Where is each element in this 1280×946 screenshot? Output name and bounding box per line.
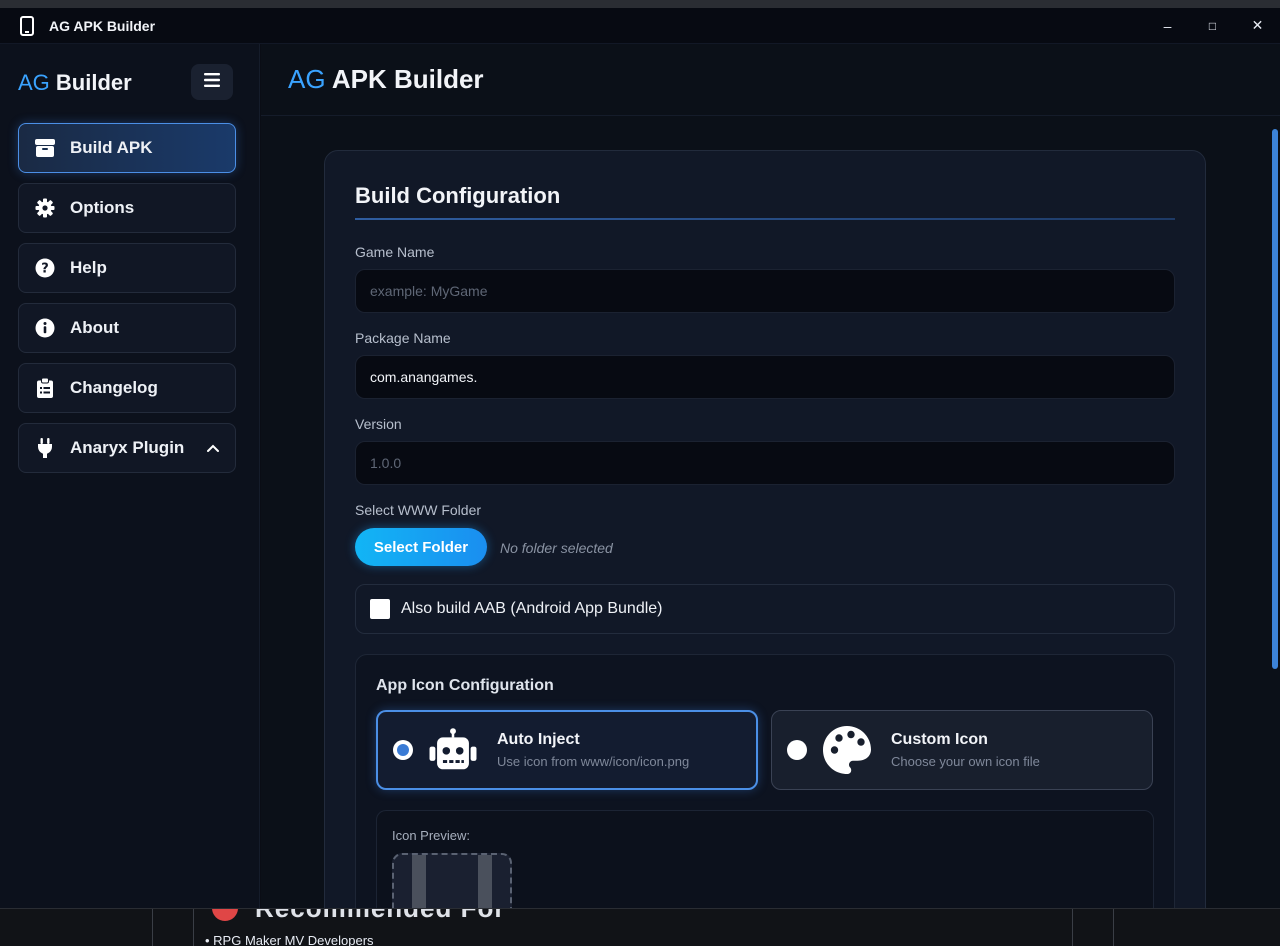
window-titlebar: AG APK Builder – □ ✕ [0, 8, 1280, 44]
icon-section-title: App Icon Configuration [376, 677, 554, 694]
background-window: Recommended For • RPG Maker MV Developer… [0, 908, 1280, 946]
sidebar-item-label: Options [70, 198, 135, 217]
sidebar-item-anaryx-plugin[interactable]: Anaryx Plugin [18, 423, 236, 473]
palette-icon [821, 724, 873, 776]
build-configuration-card: Build Configuration Game Name Package Na… [324, 150, 1206, 944]
sidebar-item-about[interactable]: About [18, 303, 236, 353]
background-divider [1113, 909, 1114, 946]
hamburger-icon [204, 72, 220, 92]
sidebar-item-options[interactable]: Options [18, 183, 236, 233]
title-prefix: AG [288, 64, 326, 94]
clipboard-icon [35, 378, 55, 398]
scrollbar-thumb[interactable] [1272, 129, 1278, 669]
svg-text:?: ? [41, 262, 49, 277]
background-divider [152, 909, 153, 946]
maximize-button[interactable]: □ [1190, 8, 1235, 43]
custom-icon-title: Custom Icon [891, 731, 988, 748]
plug-icon [35, 438, 55, 458]
version-input[interactable] [355, 441, 1175, 485]
brand-prefix: AG [18, 70, 50, 95]
sidebar-nav: Build APK Options ? Help About Changelog [18, 123, 236, 483]
card-title: Build Configuration [355, 183, 561, 208]
custom-icon-radio[interactable] [787, 740, 807, 760]
robot-icon [427, 724, 479, 776]
phone-icon [20, 15, 34, 36]
select-folder-button[interactable]: Select Folder [355, 528, 487, 566]
question-icon: ? [35, 258, 55, 278]
auto-inject-radio[interactable] [393, 740, 413, 760]
background-divider [193, 909, 194, 946]
hamburger-menu-button[interactable] [191, 64, 233, 100]
box-icon [35, 138, 55, 158]
package-name-label: Package Name [355, 330, 451, 346]
www-folder-label: Select WWW Folder [355, 502, 482, 518]
main-content: AG APK Builder Build Configuration Game … [261, 44, 1280, 944]
chevron-up-icon[interactable] [207, 439, 219, 457]
close-button[interactable]: ✕ [1235, 8, 1280, 43]
desktop-top-strip [0, 0, 1280, 8]
version-label: Version [355, 416, 402, 432]
auto-inject-option[interactable]: Auto Inject Use icon from www/icon/icon.… [376, 710, 758, 790]
icon-preview-label: Icon Preview: [392, 828, 471, 843]
minimize-button[interactable]: – [1145, 8, 1190, 43]
title-text: APK Builder [331, 64, 484, 94]
window-title: AG APK Builder [49, 17, 156, 34]
background-divider [1072, 909, 1073, 946]
page-title: AG APK Builder [288, 64, 484, 95]
sidebar-item-label: About [70, 318, 120, 337]
sidebar-item-label: Build APK [70, 138, 153, 157]
folder-status: No folder selected [500, 540, 613, 556]
background-heading: Recommended For [255, 908, 506, 923]
aab-label: Also build AAB (Android App Bundle) [401, 600, 663, 617]
background-badge-icon [212, 909, 238, 921]
gear-icon [35, 198, 55, 218]
custom-icon-subtitle: Choose your own icon file [891, 754, 1040, 769]
sidebar-item-changelog[interactable]: Changelog [18, 363, 236, 413]
sidebar-item-label: Changelog [70, 378, 158, 397]
app-icon-configuration: App Icon Configuration Auto Inject Use i… [355, 654, 1175, 944]
sidebar: AG Builder Build APK Options ? Help Abou… [0, 44, 260, 908]
game-name-label: Game Name [355, 244, 435, 260]
background-list-item: • RPG Maker MV Developers [205, 933, 374, 946]
aab-checkbox[interactable] [370, 599, 390, 619]
aab-option[interactable]: Also build AAB (Android App Bundle) [355, 584, 1175, 634]
main-header: AG APK Builder [261, 44, 1280, 116]
info-icon [35, 318, 55, 338]
package-name-input[interactable] [355, 355, 1175, 399]
sidebar-item-label: Help [70, 258, 107, 277]
title-divider [355, 218, 1175, 220]
sidebar-item-label: Anaryx Plugin [70, 438, 185, 457]
custom-icon-option[interactable]: Custom Icon Choose your own icon file [771, 710, 1153, 790]
auto-inject-title: Auto Inject [497, 731, 580, 748]
sidebar-brand: AG Builder [18, 70, 132, 96]
auto-inject-subtitle: Use icon from www/icon/icon.png [497, 754, 690, 769]
sidebar-item-build-apk[interactable]: Build APK [18, 123, 236, 173]
sidebar-item-help[interactable]: ? Help [18, 243, 236, 293]
brand-name: Builder [55, 70, 132, 95]
game-name-input[interactable] [355, 269, 1175, 313]
